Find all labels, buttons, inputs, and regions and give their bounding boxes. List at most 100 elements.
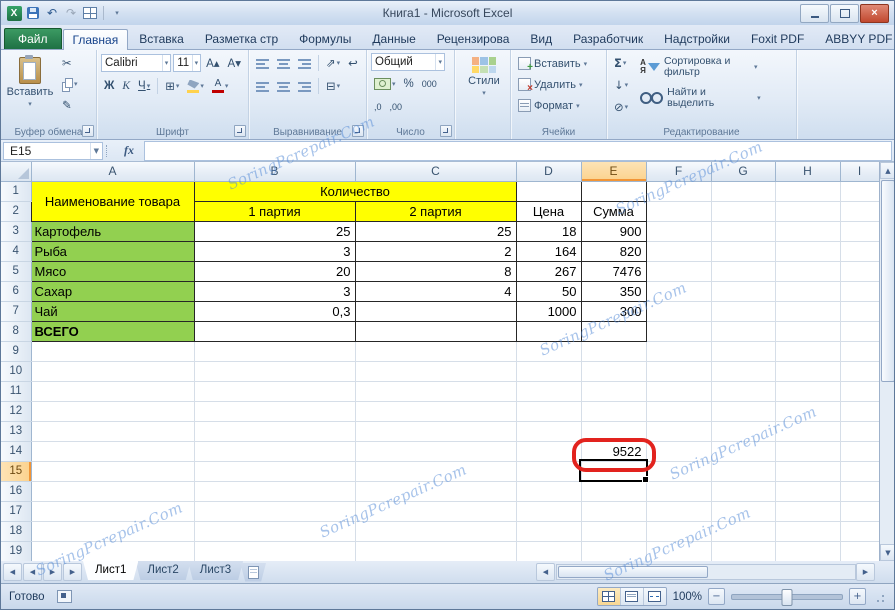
sort-filter-button[interactable]: АЯ Сортировка и фильтр ▾ [636, 53, 765, 81]
ribbon-tab-developer[interactable]: Разработчик [563, 28, 653, 49]
cell-A13[interactable] [31, 421, 194, 441]
column-header-I[interactable]: I [840, 162, 879, 181]
cell-C6[interactable]: 4 [355, 281, 516, 301]
borders-button[interactable]: ⊞▾ [162, 76, 182, 96]
font-dialog-launcher[interactable] [234, 125, 246, 137]
cell-F2[interactable] [646, 201, 711, 221]
scroll-right-button[interactable]: ▶ [856, 563, 875, 581]
scroll-up-button[interactable]: ▲ [880, 162, 895, 179]
macro-record-button[interactable] [57, 590, 72, 603]
active-cell-selection[interactable] [579, 459, 648, 482]
cell-A6[interactable]: Сахар [31, 281, 194, 301]
cell-C9[interactable] [355, 341, 516, 361]
percent-format-button[interactable]: % [401, 74, 417, 94]
cell-D16[interactable] [516, 481, 581, 501]
cell-I1[interactable] [840, 181, 879, 201]
autosum-button[interactable]: Σ▾ [611, 53, 631, 73]
cell-D6[interactable]: 50 [516, 281, 581, 301]
vertical-scrollbar-thumb[interactable] [881, 180, 895, 382]
cell-G7[interactable] [711, 301, 775, 321]
cell-B10[interactable] [194, 361, 355, 381]
cell-H7[interactable] [775, 301, 840, 321]
horizontal-scrollbar[interactable]: ◀ ▶ [536, 563, 876, 581]
cell-H12[interactable] [775, 401, 840, 421]
cell-C7[interactable] [355, 301, 516, 321]
cell-E12[interactable] [581, 401, 646, 421]
cell-E6[interactable]: 350 [581, 281, 646, 301]
column-header-A[interactable]: A [31, 162, 194, 181]
insert-cells-button[interactable]: Вставить▾ [515, 53, 602, 74]
cell-C10[interactable] [355, 361, 516, 381]
row-header-1[interactable]: 1 [1, 181, 31, 201]
row-header-13[interactable]: 13 [1, 421, 31, 441]
cell-F5[interactable] [646, 261, 711, 281]
last-sheet-button[interactable]: ▶ [63, 563, 82, 581]
cell-A17[interactable] [31, 501, 194, 521]
cell-C3[interactable]: 25 [355, 221, 516, 241]
cell-I3[interactable] [840, 221, 879, 241]
cell-I6[interactable] [840, 281, 879, 301]
cell-G6[interactable] [711, 281, 775, 301]
cell-G16[interactable] [711, 481, 775, 501]
cell-G4[interactable] [711, 241, 775, 261]
cell-I7[interactable] [840, 301, 879, 321]
cell-I14[interactable] [840, 441, 879, 461]
alignment-dialog-launcher[interactable] [352, 125, 364, 137]
cell-I18[interactable] [840, 521, 879, 541]
page-layout-view-button[interactable] [621, 588, 644, 605]
cell-F10[interactable] [646, 361, 711, 381]
font-size-select[interactable]: 11▾ [173, 54, 201, 72]
align-middle-button[interactable] [274, 53, 293, 73]
styles-button[interactable]: Стили ▾ [459, 53, 509, 98]
increase-decimal-button[interactable]: ,0 [371, 97, 385, 117]
format-painter-button[interactable]: ✎ [59, 95, 81, 115]
cell-H2[interactable] [775, 201, 840, 221]
paste-button[interactable]: Вставить ▾ [5, 53, 55, 115]
row-header-18[interactable]: 18 [1, 521, 31, 541]
row-header-12[interactable]: 12 [1, 401, 31, 421]
cell-D4[interactable]: 164 [516, 241, 581, 261]
cell-B6[interactable]: 3 [194, 281, 355, 301]
ribbon-tab-file[interactable]: Файл [4, 28, 62, 49]
cell-F15[interactable] [646, 461, 711, 481]
cell-E8[interactable] [581, 321, 646, 341]
decrease-decimal-button[interactable]: ,00 [387, 97, 406, 117]
cell-H5[interactable] [775, 261, 840, 281]
cell-A12[interactable] [31, 401, 194, 421]
ribbon-tab-page-layout[interactable]: Разметка стр [195, 28, 288, 49]
row-header-15[interactable]: 15 [1, 461, 31, 481]
cell-C2[interactable]: 2 партия [355, 201, 516, 221]
cell-C5[interactable]: 8 [355, 261, 516, 281]
zoom-slider[interactable] [731, 594, 843, 600]
column-header-C[interactable]: C [355, 162, 516, 181]
cell-H10[interactable] [775, 361, 840, 381]
cell-E13[interactable] [581, 421, 646, 441]
zoom-slider-thumb[interactable] [782, 589, 793, 606]
cell-B7[interactable]: 0,3 [194, 301, 355, 321]
column-header-E[interactable]: E [581, 162, 646, 181]
scroll-left-button[interactable]: ◀ [536, 563, 555, 581]
cell-H6[interactable] [775, 281, 840, 301]
cell-C8[interactable] [355, 321, 516, 341]
row-header-17[interactable]: 17 [1, 501, 31, 521]
cell-G10[interactable] [711, 361, 775, 381]
select-all-corner[interactable] [1, 162, 31, 181]
cell-F6[interactable] [646, 281, 711, 301]
align-center-button[interactable] [274, 76, 293, 96]
cell-G18[interactable] [711, 521, 775, 541]
cell-F19[interactable] [646, 541, 711, 561]
prev-sheet-button[interactable]: ◀ [23, 563, 42, 581]
column-header-B[interactable]: B [194, 162, 355, 181]
cell-C4[interactable]: 2 [355, 241, 516, 261]
cell-I5[interactable] [840, 261, 879, 281]
cell-A10[interactable] [31, 361, 194, 381]
ribbon-tab-insert[interactable]: Вставка [129, 28, 194, 49]
align-left-button[interactable] [253, 76, 272, 96]
row-header-16[interactable]: 16 [1, 481, 31, 501]
cell-H3[interactable] [775, 221, 840, 241]
cell-E9[interactable] [581, 341, 646, 361]
row-header-4[interactable]: 4 [1, 241, 31, 261]
cell-A9[interactable] [31, 341, 194, 361]
row-header-6[interactable]: 6 [1, 281, 31, 301]
cell-G5[interactable] [711, 261, 775, 281]
